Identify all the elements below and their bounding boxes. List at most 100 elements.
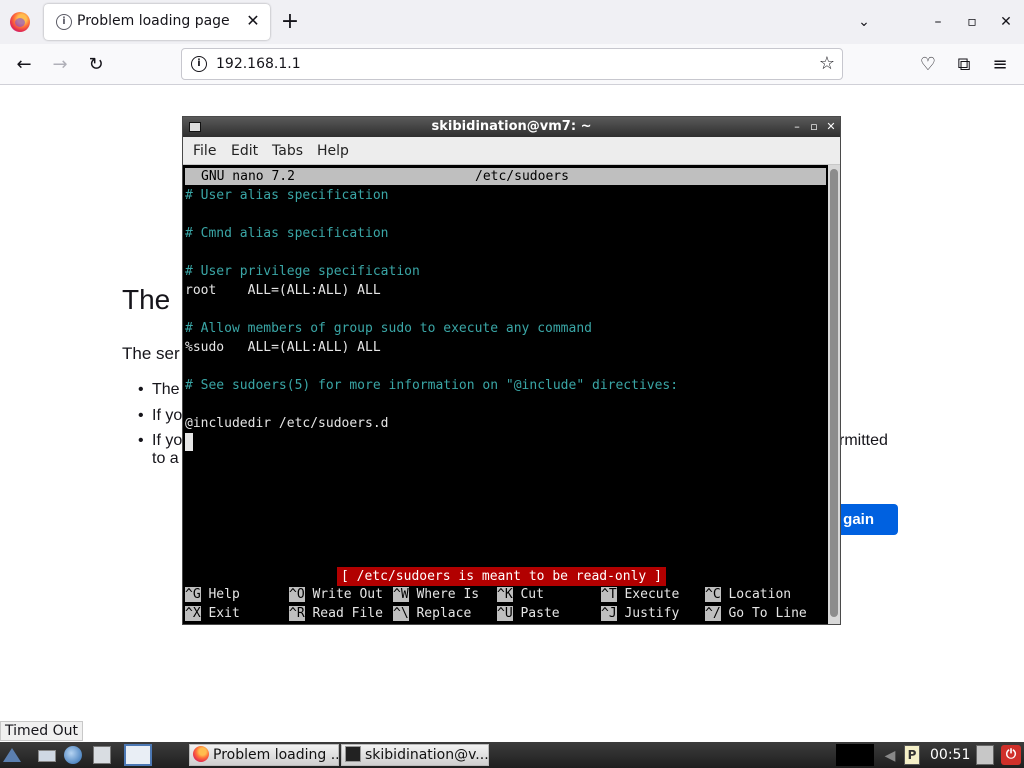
web-browser-launcher-icon[interactable] bbox=[64, 746, 82, 764]
start-menu-icon[interactable] bbox=[3, 748, 21, 762]
shortcut-label: Help bbox=[208, 587, 240, 602]
editor-line: # User privilege specification bbox=[185, 264, 420, 279]
window-maximize-button[interactable]: ▫ bbox=[960, 10, 984, 34]
taskbar-item-label: skibidination@v... bbox=[365, 747, 489, 763]
browser-status-text: Timed Out bbox=[0, 721, 83, 741]
pocket-icon[interactable]: ♡ bbox=[914, 52, 942, 78]
shortcut-key: ^W bbox=[393, 587, 409, 602]
shortcut-label: Execute bbox=[624, 587, 680, 602]
editor-line: # See sudoers(5) for more information on… bbox=[185, 378, 679, 393]
editor-line: # Cmnd alias specification bbox=[185, 226, 389, 241]
firefox-icon bbox=[193, 746, 209, 762]
browser-tab-bar: i Problem loading page ✕ + ⌄ – ▫ ✕ bbox=[0, 0, 1024, 44]
shortcut-execute: ^T Execute bbox=[601, 585, 679, 604]
tab-problem-loading-page[interactable]: i Problem loading page ✕ bbox=[44, 4, 270, 40]
info-icon: i bbox=[56, 14, 72, 30]
bullet-text: If yo bbox=[152, 407, 183, 424]
url-text[interactable]: 192.168.1.1 bbox=[216, 56, 301, 72]
shortcut-location: ^C Location bbox=[705, 585, 791, 604]
menu-edit[interactable]: Edit bbox=[231, 143, 258, 159]
shortcut-key: ^C bbox=[705, 587, 721, 602]
editor-line: %sudo ALL=(ALL:ALL) ALL bbox=[185, 340, 381, 355]
menu-help[interactable]: Help bbox=[317, 143, 349, 159]
shortcut-key: ^J bbox=[601, 606, 617, 621]
error-bullet-tail-text: rmitted bbox=[839, 432, 888, 449]
error-page-title: The bbox=[122, 284, 171, 315]
shortcut-read-file: ^R Read File bbox=[289, 604, 383, 623]
window-close-button[interactable]: ✕ bbox=[994, 10, 1018, 34]
shortcut-key: ^R bbox=[289, 606, 305, 621]
taskbar-item-browser[interactable]: Problem loading ... bbox=[189, 744, 339, 766]
extensions-icon[interactable]: ⧉ bbox=[950, 52, 978, 78]
error-page-description: The ser bbox=[122, 344, 180, 363]
firefox-logo-icon bbox=[10, 12, 30, 32]
tray-applet bbox=[836, 744, 874, 766]
taskbar-item-label: Problem loading ... bbox=[213, 747, 339, 763]
new-tab-button[interactable]: + bbox=[278, 8, 302, 36]
shortcut-key: ^T bbox=[601, 587, 617, 602]
clipboard-icon[interactable]: P bbox=[904, 745, 920, 765]
error-bullet-tail-text: to a bbox=[152, 450, 179, 467]
terminal-title: skibidination@vm7: ~ bbox=[431, 119, 592, 134]
shortcut-label: Replace bbox=[416, 606, 472, 621]
shortcut-label: Go To Line bbox=[728, 606, 807, 621]
clock[interactable]: 00:51 bbox=[930, 745, 970, 765]
bullet-text: The bbox=[152, 381, 180, 398]
bullet-text: If yo bbox=[152, 432, 183, 449]
terminal-titlebar[interactable]: skibidination@vm7: ~ – ▫ ✕ bbox=[183, 117, 840, 137]
terminal-scrollbar[interactable] bbox=[828, 165, 840, 624]
workspace-switcher-icon[interactable] bbox=[124, 744, 152, 766]
shortcut-label: Exit bbox=[208, 606, 240, 621]
lock-screen-icon[interactable] bbox=[976, 745, 994, 765]
error-bullet-3: If yo bbox=[138, 432, 182, 450]
editor-line: @includedir /etc/sudoers.d bbox=[185, 416, 389, 431]
forward-arrow-icon[interactable]: → bbox=[46, 52, 74, 78]
terminal-menubar: File Edit Tabs Help bbox=[183, 137, 840, 165]
reload-icon[interactable]: ↻ bbox=[82, 52, 110, 78]
shortcut-help: ^G Help bbox=[185, 585, 240, 604]
shortcut-paste: ^U Paste bbox=[497, 604, 560, 623]
shortcut-key: ^/ bbox=[705, 606, 721, 621]
tab-close-icon[interactable]: ✕ bbox=[244, 11, 262, 31]
shortcut-write-out: ^O Write Out bbox=[289, 585, 383, 604]
terminal-close-button[interactable]: ✕ bbox=[824, 119, 838, 134]
terminal-minimize-button[interactable]: – bbox=[790, 119, 804, 134]
shortcut-label: Cut bbox=[520, 587, 544, 602]
scrollbar-thumb[interactable] bbox=[830, 169, 838, 617]
power-icon[interactable]: ⏻ bbox=[1001, 745, 1021, 765]
show-desktop-icon[interactable] bbox=[38, 750, 56, 762]
shortcut-key: ^K bbox=[497, 587, 513, 602]
nano-status-message: [ /etc/sudoers is meant to be read-only … bbox=[337, 567, 666, 586]
menu-file[interactable]: File bbox=[193, 143, 216, 159]
editor-line: # Allow members of group sudo to execute… bbox=[185, 321, 592, 336]
shortcut-label: Where Is bbox=[416, 587, 480, 602]
shortcut-key: ^U bbox=[497, 606, 513, 621]
volume-icon[interactable]: ◀ bbox=[880, 747, 900, 765]
app-menu-icon[interactable]: ≡ bbox=[986, 52, 1014, 78]
terminal-window: skibidination@vm7: ~ – ▫ ✕ File Edit Tab… bbox=[182, 116, 841, 625]
shortcut-label: Write Out bbox=[312, 587, 383, 602]
bookmark-star-icon[interactable]: ☆ bbox=[816, 53, 838, 75]
shortcut-justify: ^J Justify bbox=[601, 604, 679, 623]
back-arrow-icon[interactable]: ← bbox=[10, 52, 38, 78]
terminal-screen[interactable]: GNU nano 7.2 /etc/sudoers # User alias s… bbox=[183, 165, 828, 624]
error-bullet-2: If yo bbox=[138, 407, 182, 425]
shortcut-key: ^O bbox=[289, 587, 305, 602]
site-info-icon[interactable]: i bbox=[191, 56, 207, 72]
tab-title: Problem loading page bbox=[77, 13, 230, 29]
shortcut-key: ^X bbox=[185, 606, 201, 621]
file-manager-launcher-icon[interactable] bbox=[93, 746, 111, 764]
menu-tabs[interactable]: Tabs bbox=[272, 143, 303, 159]
url-bar[interactable]: i 192.168.1.1 ☆ bbox=[181, 48, 843, 80]
error-bullet-1: The bbox=[138, 381, 180, 399]
terminal-maximize-button[interactable]: ▫ bbox=[807, 119, 821, 134]
nano-version: GNU nano 7.2 bbox=[201, 169, 295, 184]
editor-line: # User alias specification bbox=[185, 188, 389, 203]
shortcut-key: ^\ bbox=[393, 606, 409, 621]
taskbar-item-terminal[interactable]: skibidination@v... bbox=[341, 744, 489, 766]
shortcut-replace: ^\ Replace bbox=[393, 604, 471, 623]
window-minimize-button[interactable]: – bbox=[926, 10, 950, 34]
shortcut-exit: ^X Exit bbox=[185, 604, 240, 623]
list-all-tabs-chevron-icon[interactable]: ⌄ bbox=[852, 10, 876, 34]
shortcut-go-to-line: ^/ Go To Line bbox=[705, 604, 807, 623]
